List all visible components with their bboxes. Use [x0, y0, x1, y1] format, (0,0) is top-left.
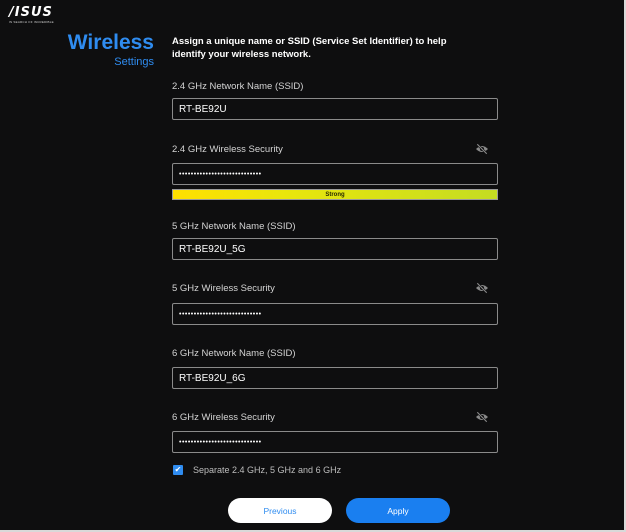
previous-button[interactable]: Previous [228, 498, 332, 523]
ssid-24-input[interactable]: RT-BE92U [172, 98, 498, 120]
ssid-24-label: 2.4 GHz Network Name (SSID) [172, 81, 304, 92]
ssid-5-input[interactable]: RT-BE92U_5G [172, 238, 498, 260]
password-6-input[interactable]: •••••••••••••••••••••••••••• [172, 431, 498, 453]
eye-slash-icon[interactable] [475, 411, 489, 423]
asus-logo: /ISUS IN SEARCH OF INCREDIBLE [9, 5, 54, 24]
page-title: Wireless [67, 31, 154, 54]
password-5-input[interactable]: •••••••••••••••••••••••••••• [172, 303, 498, 325]
security-24-label: 2.4 GHz Wireless Security [172, 144, 283, 155]
logo-wordmark: /ISUS [9, 5, 53, 20]
eye-slash-icon[interactable] [475, 143, 489, 155]
page-subtitle: Settings [114, 56, 154, 68]
eye-slash-icon[interactable] [475, 282, 489, 294]
ssid-5-label: 5 GHz Network Name (SSID) [172, 221, 296, 232]
ssid-6-input[interactable]: RT-BE92U_6G [172, 367, 498, 389]
security-6-label: 6 GHz Wireless Security [172, 412, 275, 423]
checkmark-icon: ✔ [174, 465, 182, 474]
intro-text: Assign a unique name or SSID (Service Se… [172, 36, 447, 60]
password-strength-bar: Strong [172, 189, 498, 200]
password-24-input[interactable]: •••••••••••••••••••••••••••• [172, 163, 498, 185]
ssid-6-label: 6 GHz Network Name (SSID) [172, 348, 296, 359]
logo-tagline: IN SEARCH OF INCREDIBLE [9, 20, 54, 24]
security-5-label: 5 GHz Wireless Security [172, 283, 275, 294]
separate-bands-checkbox[interactable]: ✔ [173, 465, 183, 475]
apply-button[interactable]: Apply [346, 498, 450, 523]
wizard-window: /ISUS IN SEARCH OF INCREDIBLE Wireless S… [0, 0, 626, 532]
separate-bands-label: Separate 2.4 GHz, 5 GHz and 6 GHz [193, 465, 342, 475]
